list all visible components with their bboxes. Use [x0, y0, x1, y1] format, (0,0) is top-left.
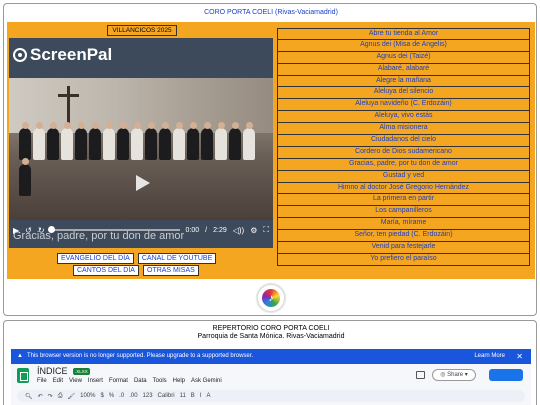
links-row-1: EVANGELIO DEL DÍA CANAL DE YOUTUBE: [57, 253, 217, 264]
link-youtube[interactable]: CANAL DE YOUTUBE: [137, 253, 217, 264]
song-link[interactable]: Alabaré, alabaré: [277, 63, 530, 76]
song-link[interactable]: Cordero de Dios sudamericano: [277, 146, 530, 159]
cross-icon: [58, 86, 79, 126]
toolbar-item[interactable]: B: [191, 393, 195, 399]
toolbar-item[interactable]: .00: [129, 393, 137, 399]
doc-title-wrap: ÍNDICE .XLSX: [37, 366, 90, 376]
repertoire-panel: REPERTORIO CORO PORTA COELI Parroquia de…: [3, 320, 537, 405]
menu-item-format[interactable]: Format: [109, 378, 128, 384]
song-link[interactable]: Himno al doctor José Gregorio Hernández: [277, 182, 530, 195]
content-area: VILLANCICOS 2025 ScreenPal ▶ ↺ ↻ 0:00 / …: [7, 22, 535, 279]
song-link[interactable]: María, mírame: [277, 218, 530, 231]
music-note-icon: ♪: [262, 289, 280, 307]
menu-bar: File Edit View Insert Format Data Tools Help Ask…: [37, 378, 222, 384]
share-label: Share: [447, 372, 464, 378]
menu-item-tools[interactable]: Tools: [153, 378, 167, 384]
song-link[interactable]: Abre tu tienda al Amor: [277, 28, 530, 40]
banner-text: This browser version is no longer suppor…: [26, 353, 254, 359]
links-row-2: CANTOS DEL DÍA OTRAS MISAS: [73, 265, 199, 276]
link-evangelio[interactable]: EVANGELIO DEL DÍA: [57, 253, 134, 264]
song-link[interactable]: Aleluya navideño (C. Erdozáin): [277, 99, 530, 112]
logo-text: ScreenPal: [30, 45, 113, 64]
sheets-logo-icon[interactable]: [17, 368, 29, 383]
song-link[interactable]: Agnus dei (Misa de Angelis): [277, 39, 530, 52]
print-icon[interactable]: ⎙: [58, 393, 63, 400]
music-app-icon[interactable]: ♪: [257, 284, 285, 312]
toolbar-item[interactable]: A: [206, 393, 210, 399]
repertoire-title: REPERTORIO CORO PORTA COELI Parroquia de…: [4, 325, 538, 341]
menu-item-insert[interactable]: Insert: [88, 378, 103, 384]
menu-item-ask-gemini[interactable]: Ask Gemini: [191, 378, 222, 384]
song-link[interactable]: Señor, ten piedad (C. Erdozáin): [277, 230, 530, 243]
toolbar-item[interactable]: Calibri: [158, 393, 175, 399]
site-title[interactable]: CORO PORTA COELI (Rivas-Vaciamadrid): [4, 9, 538, 16]
song-link[interactable]: Alegre la mañana: [277, 75, 530, 88]
link-otras-misas[interactable]: OTRAS MISAS: [142, 265, 199, 276]
menu-item-data[interactable]: Data: [134, 378, 147, 384]
link-cantos[interactable]: CANTOS DEL DÍA: [73, 265, 139, 276]
screenpal-logo-icon: [13, 48, 27, 62]
learn-more-link[interactable]: Learn More: [474, 349, 505, 364]
embedded-spreadsheet[interactable]: ▲ This browser version is no longer supp…: [11, 349, 531, 405]
menu-item-view[interactable]: View: [69, 378, 82, 384]
video-player[interactable]: ScreenPal ▶ ↺ ↻ 0:00 / 2:29 ◁)) ⚙ ⛶ Grac…: [9, 38, 273, 248]
toolbar-item[interactable]: %: [109, 393, 114, 399]
search-icon[interactable]: 🔍︎: [25, 393, 33, 400]
song-link[interactable]: Aleluya del silencio: [277, 87, 530, 100]
song-link[interactable]: Alma misionera: [277, 123, 530, 136]
center-play-icon[interactable]: [130, 172, 152, 194]
globe-icon: ◎: [440, 372, 446, 378]
song-link[interactable]: Gracias, padre, por tu don de amor: [277, 158, 530, 171]
warning-icon: ▲: [17, 353, 23, 359]
undo-icon[interactable]: ↶: [38, 393, 43, 400]
menu-item-file[interactable]: File: [37, 378, 47, 384]
repertoire-heading: REPERTORIO CORO PORTA COELI: [212, 325, 330, 332]
song-link[interactable]: Aleluya, vivo estás: [277, 111, 530, 124]
menu-item-edit[interactable]: Edit: [53, 378, 63, 384]
browser-warning-banner: ▲ This browser version is no longer supp…: [11, 349, 531, 364]
toolbar-item[interactable]: 11: [180, 393, 186, 399]
song-link[interactable]: Los campanilleros: [277, 206, 530, 219]
song-link[interactable]: Agnus dei (Taizé): [277, 51, 530, 64]
toolbar-item[interactable]: 123: [143, 393, 153, 399]
repertoire-subtitle: Parroquia de Santa Mónica. Rivas-Vaciama…: [197, 333, 345, 340]
song-link[interactable]: La primera en partir: [277, 194, 530, 207]
blue-action-button[interactable]: [489, 369, 523, 381]
song-link[interactable]: Yo prefiero el paraíso: [277, 253, 530, 266]
comment-icon[interactable]: [416, 371, 425, 379]
menu-item-help[interactable]: Help: [173, 378, 185, 384]
song-link[interactable]: Gustad y ved: [277, 170, 530, 183]
screenpal-logo: ScreenPal: [13, 45, 112, 65]
section-heading: VILLANCICOS 2025: [107, 25, 177, 36]
format-toolbar: 🔍︎ ↶ ↷ ⎙ 🖌︎ 100% $% .0 .00 123 Calibri 11 B I A: [17, 390, 525, 402]
toolbar-item[interactable]: I: [200, 393, 202, 399]
toolbar-item[interactable]: 100%: [80, 393, 95, 399]
video-caption: Gracias, padre, por tu don de amor: [13, 230, 185, 242]
toolbar-item[interactable]: .0: [119, 393, 124, 399]
doc-title[interactable]: ÍNDICE: [37, 366, 68, 376]
video-frame[interactable]: [9, 78, 273, 220]
chevron-down-icon: ▾: [464, 372, 468, 378]
song-link[interactable]: Ciudadanos del cielo: [277, 135, 530, 147]
toolbar-item[interactable]: $: [100, 393, 103, 399]
xlsx-badge: .XLSX: [73, 368, 90, 376]
song-list: Abre tu tienda al Amor Agnus dei (Misa de…: [277, 28, 530, 266]
song-link[interactable]: Venid para festejarle: [277, 242, 530, 254]
main-panel: CORO PORTA COELI (Rivas-Vaciamadrid) VIL…: [3, 3, 537, 316]
close-icon[interactable]: ✕: [516, 349, 523, 364]
paint-format-icon[interactable]: 🖌︎: [68, 393, 76, 400]
redo-icon[interactable]: ↷: [48, 393, 53, 400]
share-button[interactable]: ◎ Share ▾: [432, 369, 476, 381]
